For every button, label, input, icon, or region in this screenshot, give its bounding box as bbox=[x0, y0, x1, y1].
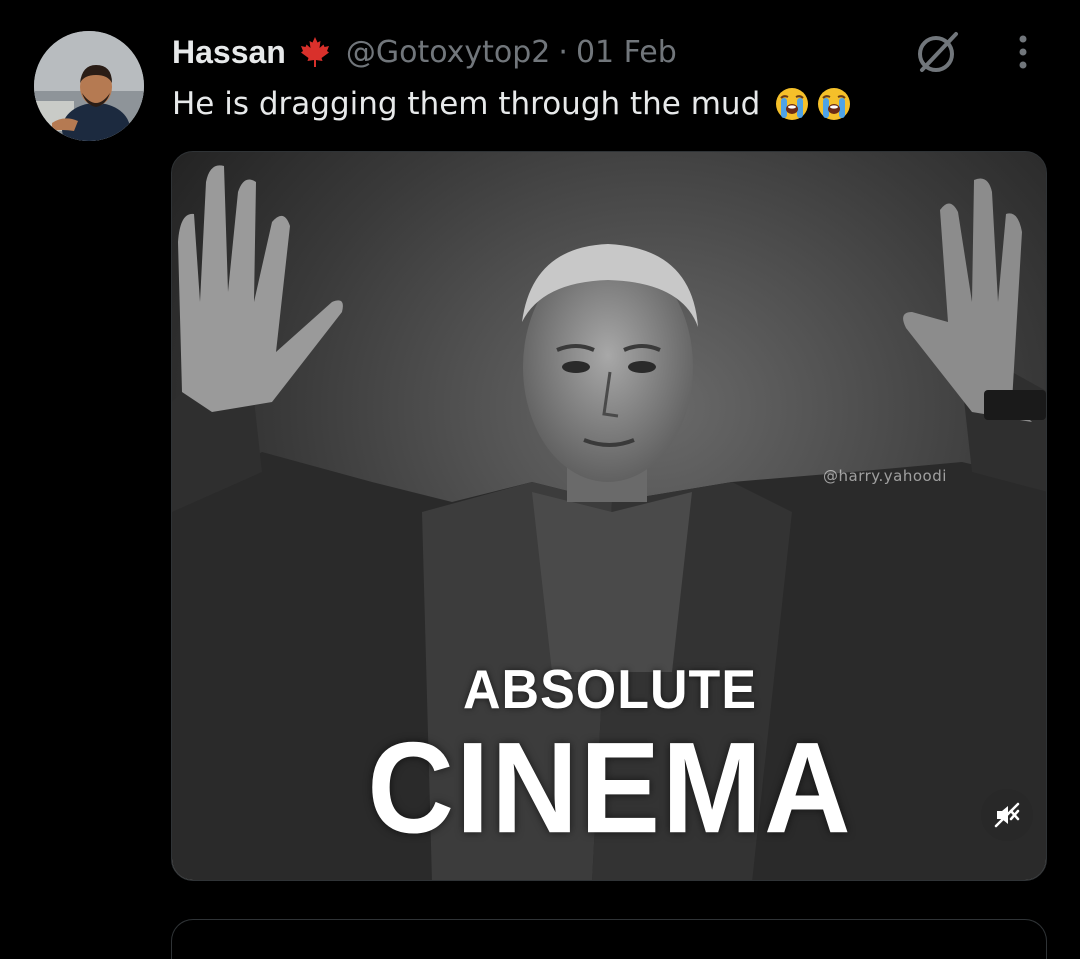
user-handle[interactable]: @Gotoxytop2 bbox=[346, 35, 551, 70]
media-video[interactable]: @harry.yahoodi ABSOLUTE CINEMA bbox=[171, 151, 1047, 881]
quoted-card-edge[interactable] bbox=[171, 919, 1047, 959]
watermark-text: @harry.yahoodi bbox=[823, 467, 947, 485]
caption-bottom: CINEMA bbox=[367, 715, 853, 861]
tweet[interactable]: Hassan @Gotoxytop2 · 01 Feb He is draggi… bbox=[0, 0, 1080, 959]
tweet-text: He is dragging them through the mud bbox=[172, 80, 852, 128]
tweet-date[interactable]: 01 Feb bbox=[576, 35, 677, 70]
loudly-crying-face-icon bbox=[816, 86, 852, 122]
more-options-icon[interactable] bbox=[1008, 30, 1038, 74]
maple-leaf-icon bbox=[298, 35, 332, 69]
display-name[interactable]: Hassan bbox=[172, 34, 286, 71]
tweet-body: He is dragging them through the mud bbox=[172, 86, 761, 122]
mute-button[interactable] bbox=[981, 789, 1033, 841]
loudly-crying-face-icon bbox=[774, 86, 810, 122]
avatar[interactable] bbox=[34, 31, 144, 141]
volume-muted-icon bbox=[994, 802, 1020, 828]
separator-dot: · bbox=[558, 34, 568, 70]
grok-icon[interactable] bbox=[912, 26, 964, 78]
tweet-header: Hassan @Gotoxytop2 · 01 Feb bbox=[172, 28, 677, 76]
